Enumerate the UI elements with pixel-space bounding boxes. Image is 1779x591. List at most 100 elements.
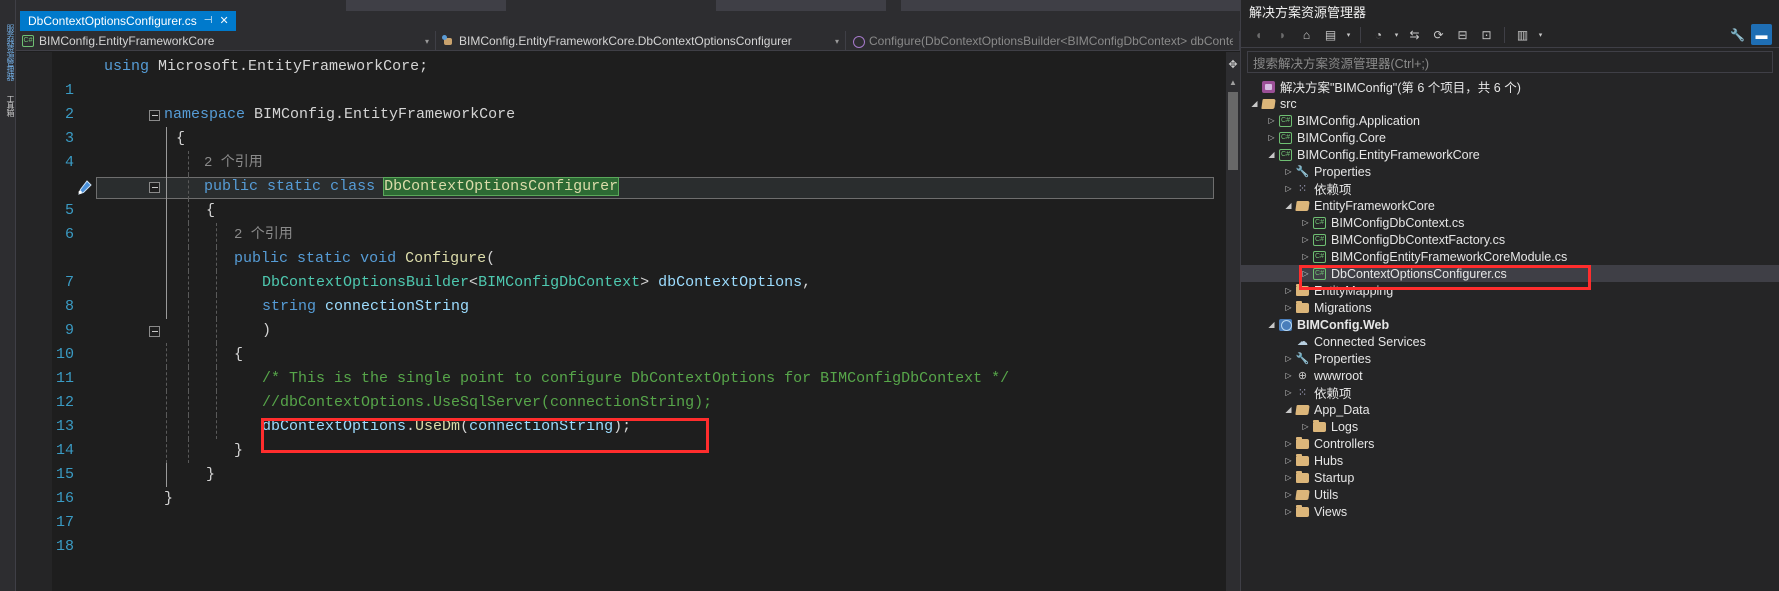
tree-node-label: EntityMapping xyxy=(1314,283,1394,298)
expander-closed-icon[interactable]: ▷ xyxy=(1300,422,1311,431)
chevron-down-icon[interactable]: ▾ xyxy=(417,37,429,46)
collapse-toggle[interactable] xyxy=(149,326,160,337)
csharp-file-icon: C# xyxy=(1311,216,1328,229)
expander-closed-icon[interactable]: ▷ xyxy=(1300,218,1311,227)
editor-tab-active[interactable]: DbContextOptionsConfigurer.cs ⊣ ✕ xyxy=(20,11,236,31)
expander-closed-icon[interactable]: ▷ xyxy=(1283,490,1294,499)
scroll-up-arrow[interactable]: ▲ xyxy=(1226,76,1240,90)
tree-node[interactable]: ▷ ⁙ 依赖项 xyxy=(1241,384,1779,401)
tree-node[interactable]: ◢ C# BIMConfig.EntityFrameworkCore xyxy=(1241,146,1779,163)
nav-project-dropdown[interactable]: C# BIMConfig.EntityFrameworkCore ▾ xyxy=(16,31,436,51)
solution-explorer-search-input[interactable]: 搜索解决方案资源管理器(Ctrl+;) xyxy=(1247,51,1773,73)
tree-node[interactable]: ▷ Views xyxy=(1241,503,1779,520)
chevron-down-icon-2[interactable]: ▾ xyxy=(1392,31,1401,39)
split-view-handle[interactable]: ✥ xyxy=(1226,58,1240,72)
properties-window-icon[interactable]: 🔧 xyxy=(1727,24,1748,45)
preview-selected-items-icon[interactable]: ▬ xyxy=(1751,24,1772,45)
tree-node[interactable]: ▷ C# BIMConfigEntityFrameworkCoreModule.cs xyxy=(1241,248,1779,265)
expander-closed-icon[interactable]: ▷ xyxy=(1283,354,1294,363)
expander-open-icon[interactable]: ◢ xyxy=(1283,201,1294,210)
view-selector-icon[interactable]: ▥ xyxy=(1512,24,1533,45)
tree-node[interactable]: ▷ C# BIMConfigDbContext.cs xyxy=(1241,214,1779,231)
expander-closed-icon[interactable]: ▷ xyxy=(1283,473,1294,482)
tree-node-selected[interactable]: ▷ C# DbContextOptionsConfigurer.cs xyxy=(1241,265,1779,282)
solution-explorer-title: 解决方案资源管理器 xyxy=(1249,4,1367,20)
expander-open-icon[interactable]: ◢ xyxy=(1266,320,1277,329)
tree-node[interactable]: 解决方案"BIMConfig"(第 6 个项目，共 6 个) xyxy=(1241,78,1779,95)
quick-actions-icon[interactable] xyxy=(76,179,93,196)
expander-closed-icon[interactable]: ▷ xyxy=(1283,439,1294,448)
dock-tab-toolbox[interactable]: 工具箱 xyxy=(1,95,15,129)
nav-member-dropdown[interactable]: Configure(DbContextOptionsBuilder<BIMCon… xyxy=(846,31,1240,51)
expander-closed-icon[interactable]: ▷ xyxy=(1300,252,1311,261)
back-icon[interactable]: ◖ xyxy=(1248,24,1269,45)
history-icon[interactable]: ◔ xyxy=(1368,24,1389,45)
scrollbar-thumb[interactable] xyxy=(1228,92,1238,170)
codelens-row[interactable]: 2 个引用 xyxy=(16,223,1226,247)
tree-node[interactable]: ▷ ⊕ wwwroot xyxy=(1241,367,1779,384)
expander-open-icon[interactable]: ◢ xyxy=(1283,405,1294,414)
expander-closed-icon[interactable]: ▷ xyxy=(1283,507,1294,516)
tree-node[interactable]: ◢ src xyxy=(1241,95,1779,112)
expander-closed-icon[interactable]: ▷ xyxy=(1283,286,1294,295)
expander-open-icon[interactable]: ◢ xyxy=(1266,150,1277,159)
tree-node[interactable]: ▷ C# BIMConfig.Core xyxy=(1241,129,1779,146)
expander-closed-icon[interactable]: ▷ xyxy=(1283,456,1294,465)
codelens-references[interactable]: 2 个引用 xyxy=(234,223,293,247)
chevron-down-icon[interactable]: ▾ xyxy=(827,37,839,46)
expander-closed-icon[interactable]: ▷ xyxy=(1283,303,1294,312)
home-icon[interactable]: ⌂ xyxy=(1296,24,1317,45)
dock-tab-server-explorer[interactable]: 服务器资源管理器 xyxy=(1,24,15,86)
expander-closed-icon[interactable]: ▷ xyxy=(1300,269,1311,278)
selected-class-name[interactable]: DbContextOptionsConfigurer xyxy=(383,177,620,196)
tree-node[interactable]: ▷ C# BIMConfig.Application xyxy=(1241,112,1779,129)
editor-vertical-scrollbar[interactable]: ✥ ▲ xyxy=(1226,52,1240,591)
tree-node[interactable]: ▷ Logs xyxy=(1241,418,1779,435)
tree-node[interactable]: ▷ Startup xyxy=(1241,469,1779,486)
close-icon[interactable]: ✕ xyxy=(219,15,228,27)
expander-open-icon[interactable]: ◢ xyxy=(1249,99,1260,108)
editor-tab-strip: DbContextOptionsConfigurer.cs ⊣ ✕ xyxy=(16,11,1240,31)
code-editor-surface[interactable]: 1 using Microsoft.EntityFrameworkCore; 2… xyxy=(16,52,1226,591)
tree-node[interactable]: ▷ EntityMapping xyxy=(1241,282,1779,299)
line-text: namespace BIMConfig.EntityFrameworkCore xyxy=(164,106,516,123)
tree-node[interactable]: ◢ App_Data xyxy=(1241,401,1779,418)
tree-node[interactable]: ◢ BIMConfig.Web xyxy=(1241,316,1779,333)
code-line: 9 string connectionString xyxy=(16,295,1226,339)
codelens-row[interactable]: 2 个引用 xyxy=(16,151,1226,175)
refresh-icon[interactable]: ⟳ xyxy=(1428,24,1449,45)
sync-with-active-document-icon[interactable]: ⇆ xyxy=(1404,24,1425,45)
expander-closed-icon[interactable]: ▷ xyxy=(1266,133,1277,142)
pin-icon[interactable]: ⊣ xyxy=(204,16,213,26)
expander-closed-icon[interactable]: ▷ xyxy=(1266,116,1277,125)
nav-type-dropdown[interactable]: BIMConfig.EntityFrameworkCore.DbContextO… xyxy=(436,31,846,51)
codelens-references[interactable]: 2 个引用 xyxy=(204,151,263,175)
view-chevron-icon[interactable]: ▾ xyxy=(1536,31,1545,39)
tree-node[interactable]: ▷ Hubs xyxy=(1241,452,1779,469)
collapse-all-icon[interactable]: ⊟ xyxy=(1452,24,1473,45)
expander-closed-icon[interactable]: ▷ xyxy=(1283,167,1294,176)
tree-node-label: 依赖项 xyxy=(1314,183,1352,197)
chevron-down-icon[interactable]: ▾ xyxy=(1344,31,1353,39)
left-dock-strip: 服务器资源管理器 工具箱 xyxy=(0,0,16,591)
tree-node[interactable]: ◢ EntityFrameworkCore xyxy=(1241,197,1779,214)
tree-node[interactable]: ▷ 🔧 Properties xyxy=(1241,163,1779,180)
collapse-toggle[interactable] xyxy=(149,182,160,193)
forward-icon[interactable]: ◗ xyxy=(1272,24,1293,45)
tree-node[interactable]: ▷ 🔧 Properties xyxy=(1241,350,1779,367)
tree-node[interactable]: ▷ Utils xyxy=(1241,486,1779,503)
expander-closed-icon[interactable]: ▷ xyxy=(1283,371,1294,380)
pending-changes-icon[interactable]: ▤ xyxy=(1320,24,1341,45)
collapse-toggle[interactable] xyxy=(149,110,160,121)
tree-node[interactable]: ▷ Controllers xyxy=(1241,435,1779,452)
expander-closed-icon[interactable]: ▷ xyxy=(1300,235,1311,244)
solution-tree[interactable]: 解决方案"BIMConfig"(第 6 个项目，共 6 个) ◢ src ▷ C# BIM… xyxy=(1241,78,1779,591)
tree-node[interactable]: ☁ Connected Services xyxy=(1241,333,1779,350)
expander-closed-icon[interactable]: ▷ xyxy=(1283,184,1294,193)
tree-node[interactable]: ▷ ⁙ 依赖项 xyxy=(1241,180,1779,197)
tree-node-label: BIMConfig.Core xyxy=(1297,130,1386,145)
expander-closed-icon[interactable]: ▷ xyxy=(1283,388,1294,397)
tree-node[interactable]: ▷ C# BIMConfigDbContextFactory.cs xyxy=(1241,231,1779,248)
tree-node[interactable]: ▷ Migrations xyxy=(1241,299,1779,316)
show-all-files-icon[interactable]: ⊡ xyxy=(1476,24,1497,45)
